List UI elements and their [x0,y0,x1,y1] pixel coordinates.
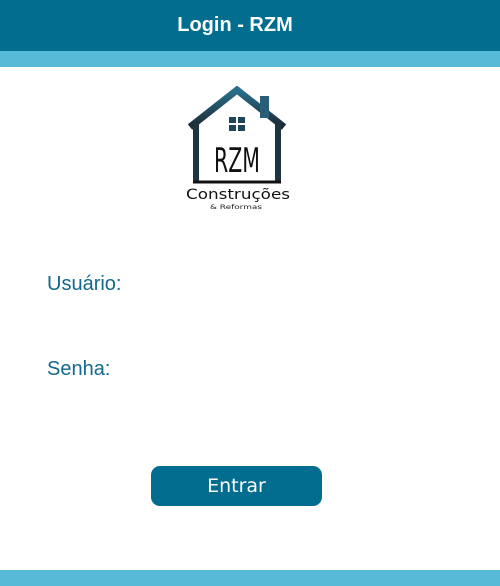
username-input[interactable] [140,272,444,302]
footer-accent-stripe [0,570,500,586]
password-label: Senha: [47,358,111,380]
header-bar: Login - RZM [0,0,500,51]
password-input[interactable] [140,357,444,387]
page-title: Login - RZM [177,14,293,36]
login-button[interactable]: Entrar [151,466,322,506]
house-icon: RZM Construções & Reformas [186,86,290,211]
logo-name: Construções [186,187,290,203]
username-label: Usuário: [47,273,122,295]
logo-letters: RZM [214,141,260,181]
company-logo: RZM Construções & Reformas [180,86,295,214]
logo-tagline: & Reformas [210,204,262,211]
header-accent-stripe [0,51,500,67]
